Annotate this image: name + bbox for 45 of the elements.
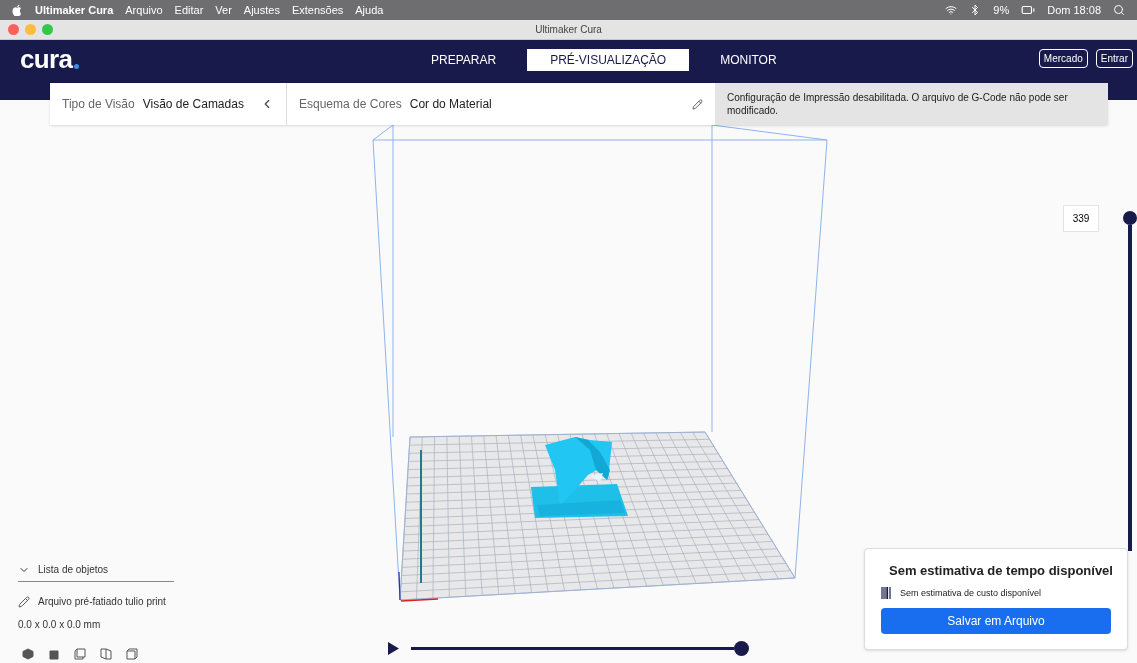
pencil-icon[interactable] — [692, 98, 703, 110]
cost-estimate: Sem estimativa de custo disponível — [900, 586, 1042, 600]
battery-percent: 9% — [993, 2, 1010, 18]
barcode-icon — [881, 587, 892, 600]
camera-view-icon[interactable] — [126, 648, 138, 660]
color-scheme-dropdown[interactable]: Cor do Material — [409, 95, 492, 113]
battery-icon[interactable] — [1021, 3, 1036, 17]
pencil-icon — [18, 595, 30, 608]
notice-text: Configuração de Impressão desabilitada. O arquivo de G-Code não pode ser modificado. — [727, 91, 1069, 117]
object-list-toggle[interactable]: Lista de objetos — [18, 562, 174, 582]
time-estimate: Sem estimativa de tempo disponível — [889, 562, 1113, 580]
stage-tab[interactable]: MONITOR — [697, 49, 800, 71]
play-icon[interactable] — [388, 642, 399, 655]
playback-handle[interactable] — [734, 641, 749, 656]
wifi-icon[interactable] — [945, 4, 958, 16]
view-type-label: Tipo de Visão — [62, 96, 135, 113]
apple-icon[interactable] — [12, 4, 23, 16]
menu-item[interactable]: Ajustes — [243, 1, 280, 19]
view-type-dropdown[interactable]: Visão de Camadas — [142, 95, 244, 113]
menu-item[interactable]: Ajuda — [355, 1, 384, 19]
object-file-name[interactable]: Arquivo pré-fatiado tulio print — [38, 594, 166, 609]
menu-clock[interactable]: Dom 18:08 — [1047, 1, 1101, 19]
menu-item[interactable]: Arquivo — [125, 1, 163, 19]
camera-view-icon[interactable] — [74, 648, 86, 660]
window-title: Ultimaker Cura — [535, 23, 602, 37]
playback-slider[interactable] — [411, 641, 749, 656]
camera-view-icon[interactable] — [48, 648, 60, 660]
camera-view-icon[interactable] — [100, 648, 112, 660]
stage-tab[interactable]: PRÉ-VISUALIZAÇÃO — [527, 49, 690, 71]
menu-item[interactable]: Extensões — [291, 1, 344, 19]
save-to-file-button[interactable]: Salvar em Arquivo — [881, 608, 1111, 634]
menu-item[interactable]: Editar — [174, 1, 204, 19]
camera-view-icon[interactable] — [22, 648, 34, 660]
object-dimensions: 0.0 x 0.0 x 0.0 mm — [18, 618, 102, 632]
stage-tab[interactable]: PREPARAR — [408, 49, 520, 71]
cura-logo: cura — [20, 45, 80, 72]
header-button[interactable]: Entrar — [1095, 49, 1133, 68]
app-menu[interactable]: Ultimaker Cura — [35, 1, 114, 19]
layer-slider-fill[interactable] — [1128, 225, 1132, 551]
menu-item[interactable]: Ver — [215, 1, 232, 19]
search-icon[interactable] — [1113, 4, 1125, 16]
layer-number-label: 339 — [1063, 205, 1099, 232]
layer-slider-handle[interactable] — [1123, 211, 1137, 225]
color-scheme-label: Esquema de Cores — [299, 96, 402, 113]
header-button[interactable]: Mercado — [1038, 49, 1088, 68]
